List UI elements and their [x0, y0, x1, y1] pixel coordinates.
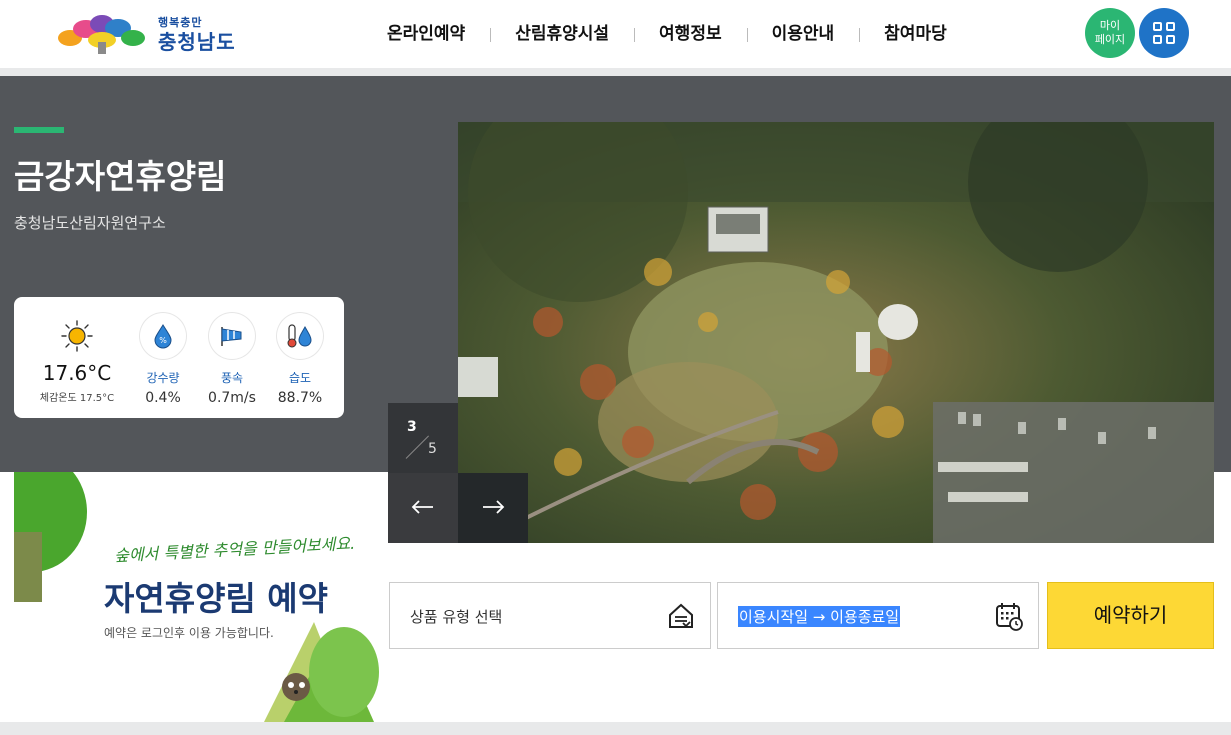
product-type-select[interactable]: 상품 유형 선택: [389, 582, 711, 649]
nav-item-travel-info[interactable]: 여행정보: [634, 22, 747, 46]
logo-slogan: 행복충만: [158, 16, 203, 29]
header-divider: [0, 68, 1231, 76]
reserve-button[interactable]: 예약하기: [1047, 582, 1214, 649]
arrow-right-icon: [483, 500, 505, 514]
nav-item-participation[interactable]: 참여마당: [859, 22, 972, 46]
wind-value: 0.7m/s: [208, 390, 256, 406]
nav-item-forest-facilities[interactable]: 산림휴양시설: [490, 22, 634, 46]
humidity-icon: [277, 313, 323, 359]
weather-card: 17.6°C 체감온도 17.5°C % 강수량 0.4% 풍속 0.7m/s: [14, 297, 344, 418]
svg-text:%: %: [159, 336, 167, 345]
site-header: 행복충만 충청남도 온라인예약 산림휴양시설 여행정보 이용안내 참여마당 마이…: [0, 0, 1231, 68]
precipitation-icon: %: [140, 313, 186, 359]
bottom-divider: [0, 722, 1231, 735]
all-menu-button[interactable]: [1139, 8, 1189, 58]
house-list-icon: [669, 603, 693, 628]
wind-item: 풍속 0.7m/s: [202, 313, 262, 406]
mypage-button[interactable]: 마이 페이지: [1085, 8, 1135, 58]
logo-name: 충청남도: [158, 30, 236, 54]
hero-subtitle: 충청남도산림자원연구소: [14, 214, 166, 232]
humidity-item: 습도 88.7%: [270, 313, 330, 406]
date-range-label: 이용시작일 → 이용종료일: [738, 606, 901, 627]
feels-like-value: 체감온도 17.5°C: [39, 393, 115, 404]
humidity-label: 습도: [288, 371, 312, 385]
wind-label: 풍속: [220, 371, 244, 385]
windsock-icon: [209, 313, 255, 359]
logo-tree-icon: [58, 15, 145, 54]
date-range-picker[interactable]: 이용시작일 → 이용종료일: [717, 582, 1039, 649]
mypage-label-line2: 페이지: [1094, 33, 1126, 46]
reservation-note: 예약은 로그인후 이용 가능합니다.: [104, 626, 274, 640]
hero-title: 금강자연휴양림: [14, 157, 227, 196]
humidity-value: 88.7%: [277, 390, 323, 406]
slide-counter-divider: [405, 435, 429, 459]
reservation-title: 자연휴양림 예약: [104, 579, 329, 618]
main-nav: 온라인예약 산림휴양시설 여행정보 이용안내 참여마당: [362, 22, 972, 46]
grid-menu-icon: [1153, 22, 1175, 44]
nav-item-online-reservation[interactable]: 온라인예약: [362, 22, 490, 46]
arrow-left-icon: [411, 500, 433, 514]
hero-slide-photo: [458, 122, 1214, 543]
site-logo[interactable]: 행복충만 충청남도: [56, 12, 266, 56]
calendar-icon: [996, 603, 1023, 631]
reservation-banner: 숲에서 특별한 추억을 만들어보세요. 자연휴양림 예약 예약은 로그인후 이용…: [14, 472, 384, 722]
slide-prev-button[interactable]: [388, 473, 458, 543]
hero-accent-bar: [14, 127, 64, 133]
mypage-label-line1: 마이: [1099, 19, 1121, 32]
slide-current-number: 3: [407, 419, 417, 435]
precipitation-label: 강수량: [146, 371, 180, 385]
product-type-label: 상품 유형 선택: [410, 608, 503, 626]
precipitation-value: 0.4%: [145, 390, 181, 406]
sun-icon: [61, 320, 93, 352]
slide-counter: 3 5: [388, 403, 458, 473]
slide-total-number: 5: [428, 441, 437, 457]
nav-item-usage-guide[interactable]: 이용안내: [746, 22, 860, 46]
precipitation-item: % 강수량 0.4%: [133, 313, 193, 406]
temperature-value: 17.6°C: [42, 361, 112, 385]
slide-next-button[interactable]: [458, 473, 528, 543]
